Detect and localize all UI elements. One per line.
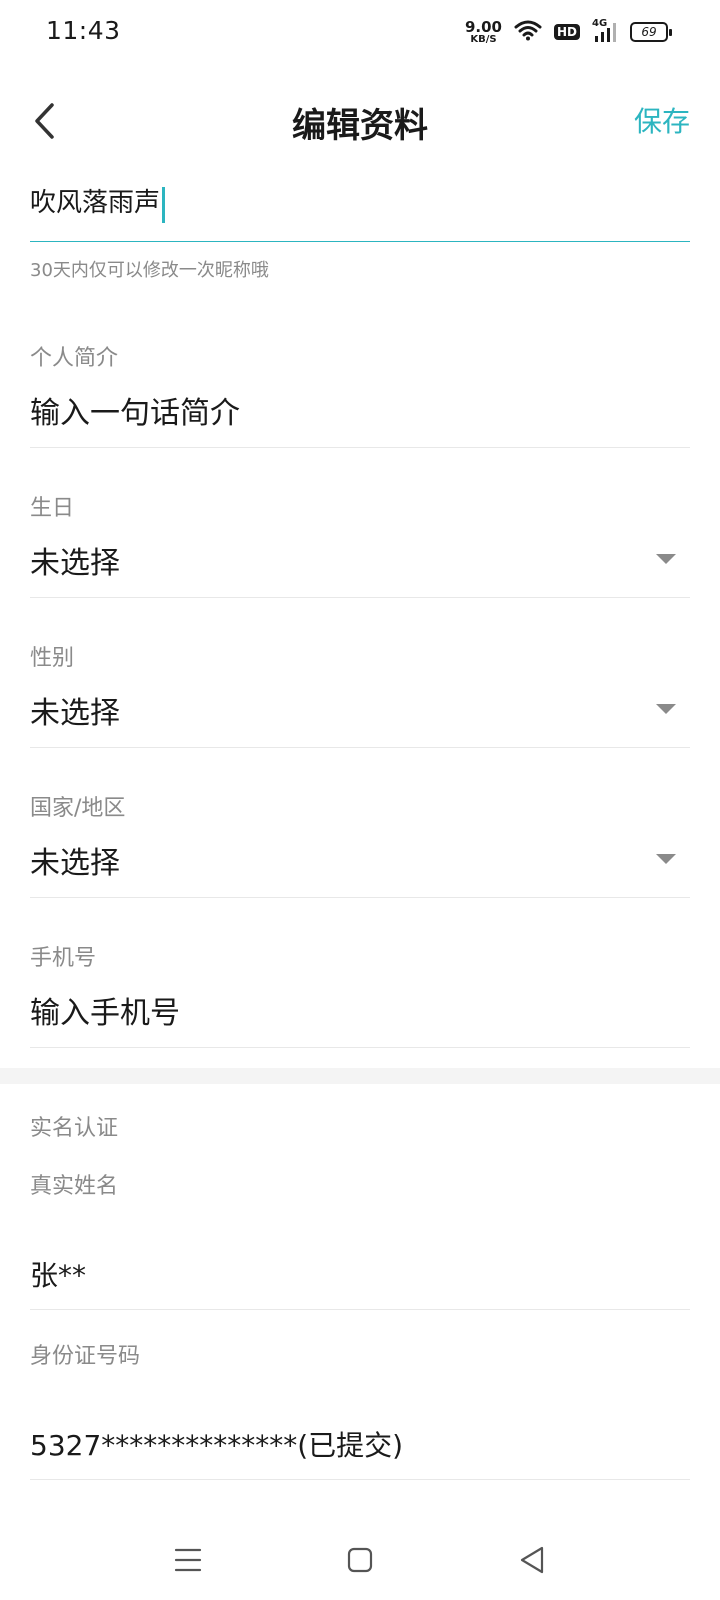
top-app-bar: 编辑资料 保存	[0, 86, 720, 156]
bio-field[interactable]: 个人简介 输入一句话简介	[30, 340, 690, 448]
phone-input[interactable]: 输入手机号	[30, 988, 180, 1032]
phone-label: 手机号	[30, 946, 97, 971]
net-speed: 9.00 KB/S	[464, 17, 502, 45]
nickname-input[interactable]: 吹风落雨声	[30, 178, 160, 228]
gender-value[interactable]: 未选择	[30, 688, 120, 732]
menu-nav-button[interactable]	[158, 1530, 218, 1590]
dropdown-arrow-icon[interactable]	[656, 854, 676, 864]
dropdown-arrow-icon[interactable]	[656, 554, 676, 564]
phone-field[interactable]: 手机号 输入手机号	[30, 940, 690, 1048]
save-button[interactable]: 保存	[634, 100, 690, 140]
hd-label: HD	[556, 25, 577, 39]
battery-icon: 69	[630, 22, 672, 42]
id-number-value: 5327**************(已提交)	[30, 1429, 404, 1462]
birthday-field[interactable]: 生日 未选择	[30, 490, 690, 598]
section-divider	[0, 1068, 720, 1084]
system-nav-bar	[0, 1520, 720, 1600]
id-number-field: 身份证号码 5327**************(已提交)	[30, 1338, 690, 1480]
signal-icon: 4G	[592, 18, 618, 44]
birthday-value[interactable]: 未选择	[30, 538, 120, 582]
hd-icon: HD	[553, 24, 580, 40]
real-name-section-title: 实名认证	[30, 1116, 119, 1141]
status-time: 11:43	[46, 16, 121, 45]
dropdown-arrow-icon[interactable]	[656, 704, 676, 714]
gender-label: 性别	[30, 646, 75, 671]
home-square-icon	[347, 1547, 373, 1573]
real-name-value: 张**	[30, 1259, 87, 1292]
region-label: 国家/地区	[30, 796, 126, 821]
region-field[interactable]: 国家/地区 未选择	[30, 790, 690, 898]
wifi-icon	[514, 19, 542, 45]
status-bar: 11:43 9.00 KB/S HD 4G 69	[0, 0, 720, 64]
nickname-hint: 30天内仅可以修改一次昵称哦	[30, 260, 269, 281]
home-nav-button[interactable]	[330, 1530, 390, 1590]
net-speed-unit: KB/S	[470, 33, 497, 45]
battery-level: 69	[641, 25, 657, 39]
nickname-field[interactable]: 吹风落雨声	[30, 178, 690, 242]
text-cursor	[162, 186, 166, 223]
bio-input[interactable]: 输入一句话简介	[30, 388, 240, 432]
menu-icon	[174, 1548, 202, 1572]
region-value[interactable]: 未选择	[30, 838, 120, 882]
net-speed-value: 9.00	[464, 17, 502, 36]
status-icons: 9.00 KB/S HD 4G 69	[464, 16, 672, 48]
back-nav-button[interactable]	[502, 1530, 562, 1590]
id-number-label: 身份证号码	[30, 1344, 141, 1369]
birthday-label: 生日	[30, 496, 75, 521]
back-triangle-icon	[520, 1546, 544, 1574]
bio-label: 个人简介	[30, 346, 119, 371]
gender-field[interactable]: 性别 未选择	[30, 640, 690, 748]
edit-profile-screen: 11:43 9.00 KB/S HD 4G 69 编辑资料 保存 吹风落雨声 3…	[0, 0, 720, 1600]
real-name-field: 真实姓名 张**	[30, 1168, 690, 1310]
real-name-label: 真实姓名	[30, 1174, 119, 1199]
page-title: 编辑资料	[292, 106, 428, 146]
